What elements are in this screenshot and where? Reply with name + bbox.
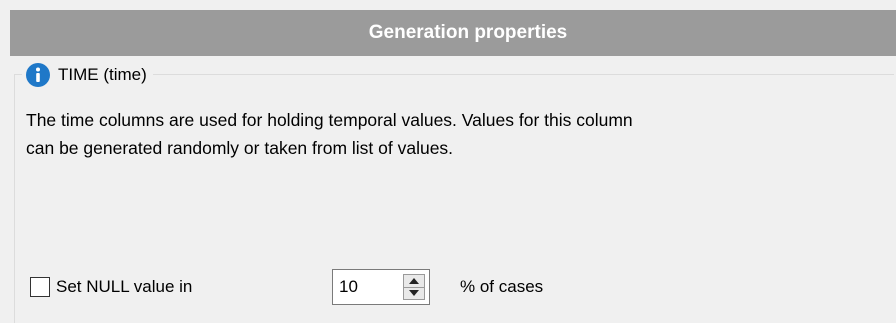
panel-header-title: Generation properties [368,22,568,43]
description-line-2: can be generated randomly or taken from … [26,138,454,158]
percent-suffix: % of cases [460,277,544,296]
generation-properties-panel: Generation properties TIME (time) The ti… [0,0,896,323]
info-icon [26,63,50,87]
spin-down-button[interactable] [403,287,425,300]
panel-header: Generation properties [10,10,896,56]
null-value-checkbox[interactable] [30,277,50,297]
triangle-down-icon [409,290,419,297]
column-description: The time columns are used for holding te… [26,106,876,162]
null-setting-row: Set NULL value in [30,272,192,302]
column-title: TIME (time) [58,65,147,84]
null-value-label[interactable]: Set NULL value in [56,277,192,297]
percent-of-cases-label: % of cases [460,272,543,302]
null-percent-spinner[interactable] [332,269,430,305]
triangle-up-icon [409,277,419,284]
description-line-1: The time columns are used for holding te… [26,110,633,130]
spin-up-button[interactable] [403,274,425,288]
null-percent-input[interactable] [333,277,393,297]
spin-buttons [403,274,425,300]
groupbox-legend: TIME (time) [22,59,153,91]
